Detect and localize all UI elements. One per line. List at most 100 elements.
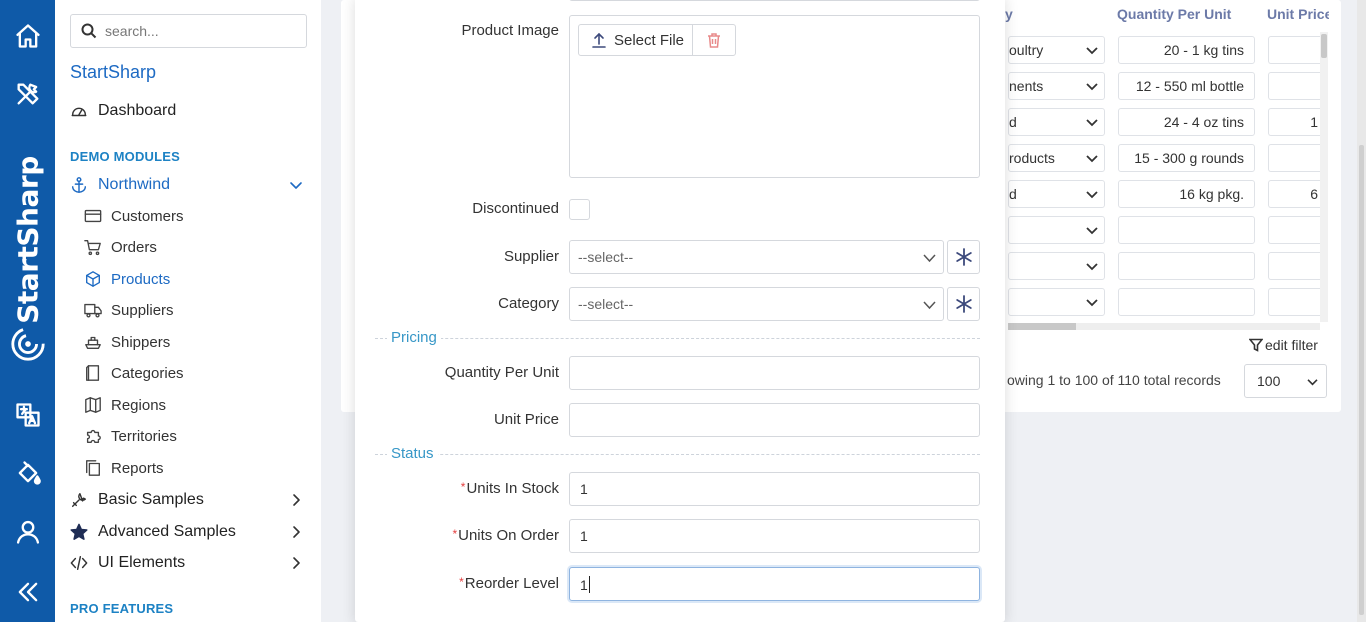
units-in-stock-label: *Units In Stock	[461, 480, 559, 497]
quantity-per-unit-cell[interactable]: 16 kg pkg.	[1118, 180, 1255, 208]
collapse-icon[interactable]	[12, 576, 44, 608]
supplier-label: Supplier	[503, 248, 559, 265]
reorder-level-input[interactable]: 1	[569, 567, 980, 601]
status-title-text: Status	[387, 445, 438, 462]
unit-price-cell[interactable]	[1268, 72, 1320, 100]
brand-vertical-text: StartSharp	[11, 156, 45, 324]
scrollbar-thumb[interactable]	[1008, 323, 1076, 330]
cart-icon	[84, 240, 101, 256]
sidebar-item-orders[interactable]: Orders	[84, 236, 157, 258]
category-select[interactable]	[1008, 216, 1105, 244]
unit-price-cell[interactable]	[1268, 36, 1320, 64]
column-header-unit-price[interactable]: Unit Price	[1267, 6, 1329, 22]
supplier-inplace-add-button[interactable]	[947, 240, 980, 274]
sidebar-item-dashboard[interactable]: Dashboard	[70, 99, 305, 123]
sidebar-item-label: Dashboard	[98, 102, 177, 119]
credit-card-icon	[84, 209, 102, 223]
reorder-level-label: *Reorder Level	[459, 575, 559, 592]
units-in-stock-input[interactable]: 1	[569, 472, 980, 506]
edit-filter-link[interactable]: edit filter	[1249, 337, 1318, 353]
unit-price-cell[interactable]: 1	[1268, 108, 1320, 136]
sidebar-item-ui-elements[interactable]: UI Elements	[70, 551, 305, 575]
select-file-label: Select File	[614, 31, 685, 49]
category-select[interactable]	[1008, 288, 1105, 316]
sidebar-item-suppliers[interactable]: Suppliers	[84, 299, 174, 321]
sidebar-item-territories[interactable]: Territories	[84, 425, 177, 447]
category-select[interactable]: roducts	[1008, 144, 1105, 172]
category-inplace-add-button[interactable]	[947, 287, 980, 321]
truck-icon	[84, 303, 102, 318]
unit-price-cell[interactable]	[1268, 288, 1320, 316]
product-name-field-bottom[interactable]	[569, 0, 980, 1]
status-section-title: Status	[375, 445, 980, 462]
required-mark: *	[459, 575, 464, 589]
sidebar-item-label: Advanced Samples	[98, 523, 236, 540]
sidebar-item-basic-samples[interactable]: Basic Samples	[70, 488, 305, 512]
edit-filter-label: edit filter	[1265, 337, 1318, 353]
search-box[interactable]	[70, 14, 307, 48]
unit-price-cell[interactable]: 6	[1268, 180, 1320, 208]
quantity-per-unit-cell[interactable]	[1118, 288, 1255, 316]
select-file-button[interactable]: Select File	[579, 25, 693, 55]
label-text: Units In Stock	[466, 480, 559, 497]
page-scrollbar[interactable]	[1357, 0, 1366, 622]
sidebar-item-label: Territories	[111, 427, 177, 445]
delete-file-button[interactable]	[693, 32, 735, 48]
category-select[interactable]: --select--	[569, 287, 944, 321]
quantity-per-unit-cell[interactable]	[1118, 216, 1255, 244]
unit-price-input[interactable]	[569, 403, 980, 437]
sidebar-item-shippers[interactable]: Shippers	[84, 331, 170, 353]
column-header-category[interactable]: y	[1005, 6, 1013, 22]
search-input[interactable]	[105, 23, 295, 39]
sidebar-item-label: Basic Samples	[98, 491, 204, 508]
sidebar-item-customers[interactable]: Customers	[84, 205, 184, 227]
sidebar-item-northwind[interactable]: Northwind	[70, 173, 305, 197]
category-select[interactable]: oultry	[1008, 36, 1105, 64]
sidebar-item-regions[interactable]: Regions	[84, 394, 166, 416]
label-text: Units On Order	[458, 527, 559, 544]
unit-price-cell[interactable]	[1268, 144, 1320, 172]
pricing-section-title: Pricing	[375, 329, 980, 346]
units-on-order-input[interactable]: 1	[569, 519, 980, 553]
category-select[interactable]	[1008, 252, 1105, 280]
chevron-down-icon	[1086, 83, 1098, 91]
sidebar: StartSharp Dashboard DEMO MODULES Northw…	[55, 0, 321, 622]
quantity-per-unit-cell[interactable]: 12 - 550 ml bottle	[1118, 72, 1255, 100]
sidebar-brand[interactable]: StartSharp	[70, 62, 156, 83]
sidebar-item-advanced-samples[interactable]: Advanced Samples	[70, 520, 305, 544]
code-icon	[70, 555, 88, 571]
gauge-icon	[71, 107, 87, 117]
scrollbar-thumb[interactable]	[1359, 145, 1364, 615]
supplier-select-value: --select--	[578, 249, 634, 265]
category-select[interactable]: d	[1008, 180, 1105, 208]
translate-icon[interactable]	[12, 399, 44, 431]
user-icon[interactable]	[12, 516, 44, 548]
sidebar-item-reports[interactable]: Reports	[84, 457, 164, 479]
column-header-quantity-per-unit[interactable]: Quantity Per Unit	[1117, 6, 1231, 22]
tools-icon[interactable]	[12, 78, 44, 110]
quantity-per-unit-cell[interactable]: 20 - 1 kg tins	[1118, 36, 1255, 64]
category-select[interactable]: d	[1008, 108, 1105, 136]
unit-price-cell[interactable]	[1268, 252, 1320, 280]
home-icon[interactable]	[12, 20, 44, 52]
cell-value: oultry	[1009, 42, 1044, 58]
unit-price-cell[interactable]	[1268, 216, 1320, 244]
unit-price-label: Unit Price	[493, 411, 559, 428]
quantity-per-unit-input[interactable]	[569, 356, 980, 390]
sidebar-item-categories[interactable]: Categories	[84, 362, 184, 384]
quantity-per-unit-cell[interactable]: 15 - 300 g rounds	[1118, 144, 1255, 172]
quantity-per-unit-cell[interactable]	[1118, 252, 1255, 280]
discontinued-checkbox[interactable]	[569, 199, 590, 220]
grid-horizontal-scrollbar[interactable]	[1008, 323, 1320, 330]
quantity-per-unit-cell[interactable]: 24 - 4 oz tins	[1118, 108, 1255, 136]
product-image-upload[interactable]: Select File	[569, 15, 980, 178]
supplier-select[interactable]: --select--	[569, 240, 944, 274]
chevron-right-icon	[293, 526, 300, 538]
chevron-down-icon	[1086, 263, 1098, 271]
page-size-select[interactable]: 100	[1244, 364, 1327, 398]
category-select[interactable]: nents	[1008, 72, 1105, 100]
scrollbar-thumb[interactable]	[1321, 34, 1327, 58]
grid-vertical-scrollbar[interactable]	[1320, 32, 1328, 322]
sidebar-item-products[interactable]: Products	[84, 268, 170, 290]
paint-bucket-icon[interactable]	[12, 457, 44, 489]
